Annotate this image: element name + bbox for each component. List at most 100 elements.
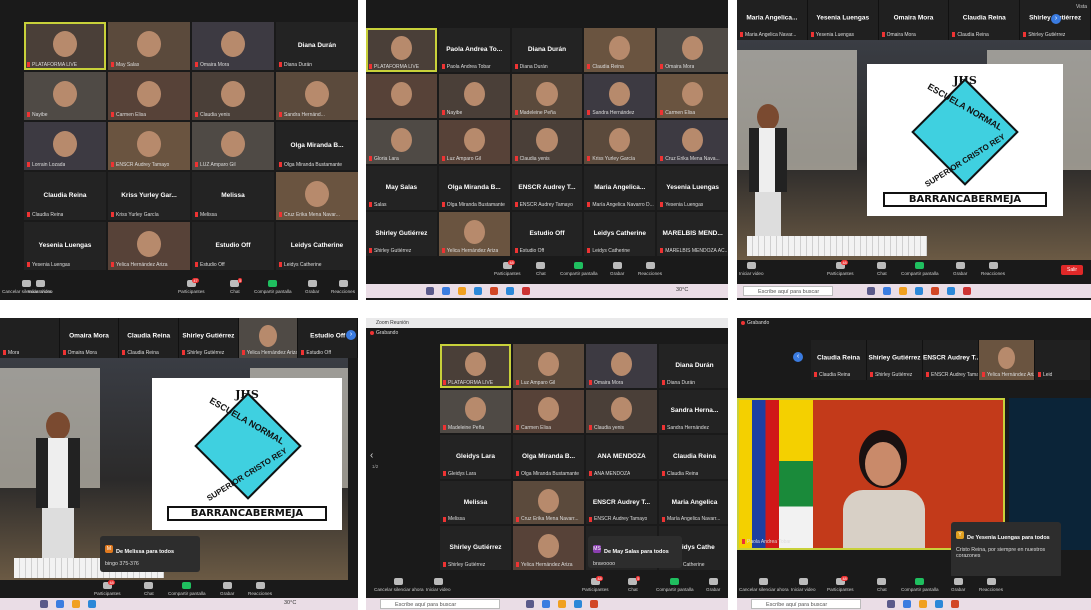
participant-tile-yesenia-luengas[interactable]: Yesenia Luengas Yesenia Luengas: [24, 222, 106, 270]
taskbar-search[interactable]: Escribe aquí para buscar: [743, 286, 833, 296]
chat-notification[interactable]: MDe Melissa para todos bingo 375-376: [100, 536, 200, 572]
mail-icon[interactable]: [947, 287, 955, 295]
reactions-button[interactable]: Reacciones: [979, 578, 1003, 592]
participant-tile-madeleine-pena[interactable]: Madeleine Peña: [440, 389, 511, 434]
record-button[interactable]: Grabar: [706, 578, 720, 592]
participant-tile-luz-amparo-gil[interactable]: LUZ Amparo Gil: [192, 122, 274, 170]
participant-tile-yelica-hernandez-ariza[interactable]: Yelica Hernández Ariza: [979, 340, 1035, 380]
participant-tile-gloria-lara[interactable]: Gloria Lara: [366, 120, 437, 164]
start-video-button[interactable]: Iniciar video: [426, 578, 451, 592]
participant-tile-gleidys-lara[interactable]: Gleidys Lara Gleidys Lara: [440, 435, 511, 479]
word-icon[interactable]: [442, 287, 450, 295]
start-video-button[interactable]: Iniciar video: [791, 578, 816, 592]
participant-tile-yelica-hernandez-ariza[interactable]: Yelica Hernández Ariza: [513, 526, 584, 570]
next-page-button[interactable]: ›: [1051, 14, 1061, 24]
chat-button[interactable]: Chat: [877, 578, 887, 592]
participant-tile-plataforma-live[interactable]: PLATAFORMA LIVE: [440, 344, 511, 388]
acrobat-icon[interactable]: [522, 287, 530, 295]
participant-tile-plataforma-live[interactable]: PLATAFORMA LIVE: [366, 28, 437, 72]
participant-tile-yesenia-luengas[interactable]: Yesenia Luengas Yesenia Luengas: [657, 166, 728, 210]
reactions-button[interactable]: Reacciones: [981, 262, 1005, 276]
powerpoint-icon[interactable]: [590, 600, 598, 608]
participant-tile-yelica-hernandez-ariza[interactable]: Yelica Hernández Ariza: [238, 318, 299, 358]
participant-tile-maria-angelica-navar[interactable]: Maria Angelica... Maria Angelica Navar...: [737, 0, 808, 40]
cancel-mute-button[interactable]: Cancelar silenciar ahora: [739, 578, 789, 592]
share-screen-button[interactable]: Compartir pantalla: [254, 280, 292, 294]
participant-tile-maria-angelica-navarr[interactable]: Maria Angelica María Angelica Navarr...: [659, 480, 728, 525]
chrome-icon[interactable]: [919, 600, 927, 608]
participant-tile-diana-duran[interactable]: Diana Durán Diana Durán: [511, 28, 583, 72]
chat-button[interactable]: 5 Chat: [628, 576, 641, 592]
start-video-button[interactable]: Iniciar video: [739, 262, 764, 276]
participant-tile-omaira-mora[interactable]: Omaira Mora: [657, 28, 728, 72]
participant-tile-diana-duran[interactable]: Diana Durán Diana Durán: [659, 344, 728, 388]
participants-button[interactable]: 48 Participantes: [494, 260, 521, 276]
powerpoint-icon[interactable]: [931, 287, 939, 295]
edge-icon[interactable]: [574, 600, 582, 608]
participant-tile-marelbis-mendoza-ac[interactable]: MARELBIS MEND... MARELBIS MENDOZA AC...: [657, 212, 728, 256]
participant-tile-nayibe[interactable]: Nayibe: [24, 72, 106, 120]
participants-button[interactable]: 47 Participantes: [178, 278, 205, 294]
participant-tile-claudia-reina[interactable]: Claudia Reina Claudia Reina: [659, 435, 728, 479]
participant-tile-omaira-mora[interactable]: Omaira Mora Omaira Mora: [878, 0, 950, 40]
word-icon[interactable]: [903, 600, 911, 608]
taskbar-search[interactable]: Escribe aquí para buscar: [380, 599, 500, 609]
edge-icon[interactable]: [915, 287, 923, 295]
participant-tile-estudio-off[interactable]: Estudio Off Estudio Off: [511, 212, 583, 256]
mail-icon[interactable]: [506, 287, 514, 295]
participant-tile-participant[interactable]: [366, 74, 437, 118]
participant-tile-olga-miranda-bustamante[interactable]: Olga Miranda B... Olga Miranda Bustamante: [438, 166, 510, 210]
participant-tile-shirley-gutierrez[interactable]: Shirley Gutiérrez Shirley Gutiérrez: [366, 212, 437, 256]
chat-button[interactable]: Chat: [144, 582, 154, 596]
participant-tile-carmen-elisa[interactable]: Carmen Elisa: [108, 72, 190, 120]
participant-tile-claudia-yenis[interactable]: Claudia yenis: [192, 72, 274, 120]
participant-tile-paola-andrea-tobar[interactable]: Paola Andrea To... Paola Andrea Tobar: [438, 28, 510, 72]
participant-tile-plataforma-live[interactable]: PLATAFORMA LIVE: [24, 22, 106, 70]
participant-tile-melissa[interactable]: Melissa Melissa: [440, 480, 511, 525]
participant-tile-shirley-gutierrez[interactable]: Shirley Gutiérrez Shirley Gutiérrez: [867, 340, 923, 380]
participants-button[interactable]: 48 Participantes: [582, 576, 609, 592]
edge-icon[interactable]: [88, 600, 96, 608]
cancel-mute-button[interactable]: Cancelar silenciar ahora: [374, 578, 424, 592]
participant-tile-maria-angelica-navarro-d[interactable]: Maria Angelica... María Angelica Navarro …: [584, 166, 656, 210]
participant-tile-enscr-audrey-tamayo[interactable]: ENSCR Audrey T... ENSCR Audrey Tamayo: [511, 166, 583, 210]
powerpoint-icon[interactable]: [951, 600, 959, 608]
chrome-icon[interactable]: [558, 600, 566, 608]
chrome-icon[interactable]: [72, 600, 80, 608]
participant-tile-claudia-yenis[interactable]: Claudia yenis: [586, 389, 657, 434]
participant-tile-nayibe[interactable]: Nayibe: [438, 74, 510, 118]
participant-tile-claudia-reina[interactable]: Claudia Reina Claudia Reina: [811, 340, 867, 380]
chat-notification[interactable]: MSDe May Salas para todos bravoooo: [588, 536, 682, 568]
edge-icon[interactable]: [935, 600, 943, 608]
participant-tile-enscr-audrey-tamay[interactable]: ENSCR Audrey T... ENSCR Audrey Tamay...: [923, 340, 979, 380]
participant-tile-lorrain-lozada[interactable]: Lorrain Lozada: [24, 122, 106, 170]
chat-button[interactable]: Chat: [877, 262, 887, 276]
previous-page-button[interactable]: ‹: [793, 352, 803, 362]
chat-notification[interactable]: YDe Yesenia Luengas para todos Cristo Re…: [951, 522, 1061, 578]
participant-tile-omaira-mora[interactable]: Omaira Mora Omaira Mora: [59, 318, 120, 358]
participants-button[interactable]: 48 Participantes: [827, 576, 854, 592]
participant-tile-carmen-elisa[interactable]: Carmen Elisa: [657, 74, 728, 118]
participant-tile-yesenia-luengas[interactable]: Yesenia Luengas Yesenia Luengas: [807, 0, 879, 40]
participant-tile-claudia-reina[interactable]: Claudia Reina Claudia Reina: [119, 318, 180, 358]
participant-tile-leidys-catherine[interactable]: Leidys Catherine Leidys Catherine: [584, 212, 656, 256]
participant-tile-madeleine-pena[interactable]: Madeleine Peña: [511, 74, 583, 118]
participant-tile-kriss-yurley-garcia[interactable]: Kriss Yurley García: [584, 120, 656, 164]
record-button[interactable]: Grabar: [610, 262, 624, 276]
previous-page-button[interactable]: ‹: [370, 450, 373, 461]
record-button[interactable]: Grabar: [220, 582, 234, 596]
participant-tile-shirley-gutierrez[interactable]: Shirley Gutiérrez Shirley Gutiérrez: [179, 318, 239, 358]
participant-tile-luz-amparo-gil[interactable]: Luz Amparo Gil: [513, 344, 584, 388]
participant-tile-enscr-audrey-tamayo[interactable]: ENSCR Audrey T... ENSCR Audrey Tamayo: [586, 480, 657, 525]
acrobat-icon[interactable]: [963, 287, 971, 295]
share-screen-button[interactable]: Compartir pantalla: [901, 578, 939, 592]
participant-tile-leidys-catherine[interactable]: Leidys Catherine Leidys Catherine: [276, 222, 358, 270]
word-icon[interactable]: [883, 287, 891, 295]
participant-tile-yelica-hernandez-ariza[interactable]: Yelica Hernández Ariza: [108, 222, 190, 270]
chat-button[interactable]: Chat: [536, 262, 546, 276]
teams-icon[interactable]: [426, 287, 434, 295]
participant-tile-carmen-elisa[interactable]: Carmen Elisa: [513, 389, 584, 434]
participant-tile-claudia-reina[interactable]: Claudia Reina Claudia Reina: [949, 0, 1021, 40]
teams-icon[interactable]: [526, 600, 534, 608]
next-page-button[interactable]: ›: [346, 330, 356, 340]
